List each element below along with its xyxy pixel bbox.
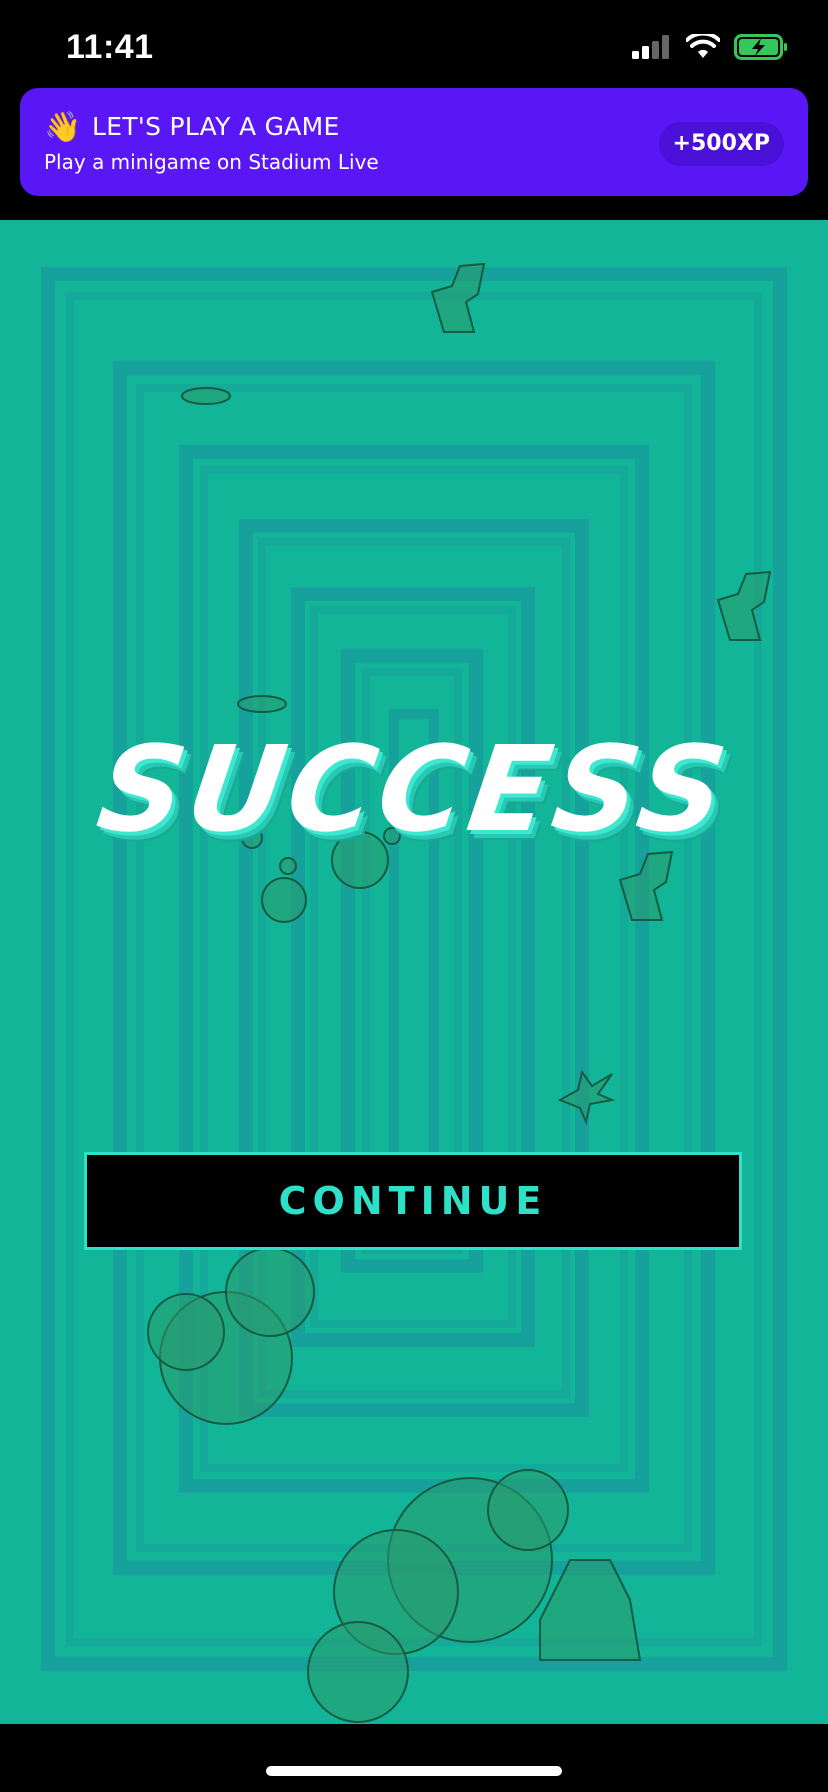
home-indicator[interactable]	[266, 1766, 562, 1776]
status-icons	[632, 34, 788, 60]
wifi-icon	[686, 34, 720, 58]
battery-charging-icon	[734, 34, 787, 60]
xp-reward-badge: +500XP	[658, 122, 784, 166]
success-title: SUCCESS	[90, 720, 738, 858]
tunnel-background	[0, 220, 828, 1724]
continue-button[interactable]: CONTINUE	[84, 1152, 742, 1250]
signal-icon	[632, 35, 669, 59]
banner-title: LET'S PLAY A GAME	[92, 112, 340, 141]
status-time: 11:41	[66, 28, 154, 66]
waving-hand-icon: 👋	[44, 111, 82, 144]
game-area: SUCCESS CONTINUE	[0, 220, 828, 1724]
status-bar: 11:41	[0, 0, 828, 100]
banner-subtitle: Play a minigame on Stadium Live	[44, 150, 379, 174]
game-notification-banner[interactable]: 👋 LET'S PLAY A GAME Play a minigame on S…	[20, 88, 808, 196]
